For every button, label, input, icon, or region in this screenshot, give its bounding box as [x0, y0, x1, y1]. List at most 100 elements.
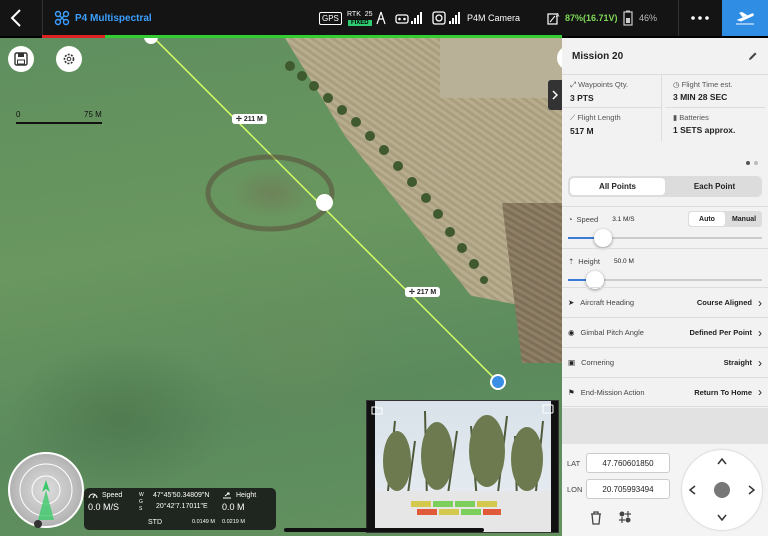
- speed-mode-auto[interactable]: Auto: [689, 212, 725, 226]
- stat-waypoints: ⤢ Waypoints Qty. 3 PTS: [562, 75, 662, 108]
- rtk-count: 25: [364, 10, 373, 18]
- wgs-label: W G S: [139, 492, 144, 512]
- gear-icon: [63, 53, 75, 65]
- camera-name: P4M Camera: [467, 13, 521, 23]
- center-dot[interactable]: [714, 482, 730, 498]
- collapse-panel-button[interactable]: [548, 80, 562, 110]
- stat-batteries: ▮ Batteries 1 SETS approx.: [665, 108, 765, 141]
- chevron-right-icon: ›: [758, 355, 762, 370]
- row-cornering[interactable]: ▣ Cornering Straight ›: [562, 347, 768, 377]
- scale-min: 0: [16, 110, 21, 119]
- hd-link-icon: [432, 11, 446, 25]
- speed-slider-knob[interactable]: [594, 229, 612, 247]
- quadcopter-icon: [54, 10, 70, 26]
- chevron-right-icon: ›: [758, 325, 762, 340]
- camera-selector[interactable]: P4M Camera: [467, 0, 520, 36]
- speed-slider[interactable]: [568, 229, 762, 247]
- chevron-right-icon: [552, 90, 558, 100]
- rc-battery[interactable]: 46%: [622, 0, 657, 36]
- rc-signal[interactable]: [395, 0, 423, 36]
- drone-battery-value: 87%(16.71V): [565, 13, 618, 23]
- adjust-icon[interactable]: [618, 510, 632, 524]
- chevron-left-icon[interactable]: [689, 485, 696, 495]
- distance-label: ✢ 211 M: [232, 114, 267, 124]
- more-dots-icon: [691, 16, 709, 20]
- more-button[interactable]: [690, 0, 710, 36]
- speed-icon: ◔: [568, 215, 573, 224]
- page-dots: [746, 161, 758, 165]
- chevron-right-icon[interactable]: [748, 485, 755, 495]
- scale-max: 75 M: [84, 110, 102, 119]
- attitude-radar[interactable]: [8, 452, 84, 528]
- row-gimbal-pitch[interactable]: ◉ Gimbal Pitch Angle Defined Per Point ›: [562, 317, 768, 347]
- waypoint-marker[interactable]: [490, 374, 506, 390]
- tab-all-points[interactable]: All Points: [570, 178, 665, 195]
- ruler-icon: ⟋: [570, 113, 576, 122]
- drone-model[interactable]: P4 Multispectral: [54, 0, 152, 36]
- chevron-down-icon[interactable]: [717, 514, 727, 521]
- signal-bars-icon: [411, 12, 422, 24]
- floppy-disk-icon: [14, 52, 28, 66]
- std-value-2: 0.0219 M: [222, 519, 245, 525]
- coordinate-editor: LAT 47.760601850 LON 20.705993494: [562, 444, 768, 536]
- distance-label: ✢ 217 M: [405, 287, 441, 297]
- speed-value: 0.0 M/S: [88, 502, 120, 512]
- battery-icon: A: [547, 13, 560, 25]
- row-end-mission[interactable]: ⚑ End-Mission Action Return To Home ›: [562, 377, 768, 407]
- back-button[interactable]: [10, 0, 32, 36]
- rtk-indicator[interactable]: RTK 25 FIXED: [347, 0, 373, 36]
- speed-label: Speed: [102, 491, 123, 499]
- camera-feed: [367, 401, 558, 532]
- gps-label: GPS: [319, 11, 342, 25]
- stat-value: 1 SETS approx.: [673, 125, 736, 135]
- gps-indicator[interactable]: GPS: [319, 0, 342, 36]
- trash-icon[interactable]: [590, 511, 602, 525]
- lat-input[interactable]: 47.760601850: [586, 453, 670, 473]
- north-indicator: [34, 520, 42, 528]
- direction-pad: [682, 450, 762, 530]
- point-mode-segment: All Points Each Point: [568, 176, 762, 197]
- save-mission-button[interactable]: [8, 46, 34, 72]
- camera-preview[interactable]: [366, 400, 559, 533]
- video-signal[interactable]: [432, 0, 461, 36]
- panel-gap: [562, 408, 768, 444]
- longitude-readout: 20°42'7.17011"E: [156, 503, 208, 510]
- chevron-up-icon[interactable]: [717, 458, 727, 465]
- stat-value: 3 PTS: [570, 93, 594, 103]
- stat-value: 3 MIN 28 SEC: [673, 92, 728, 102]
- drone-battery[interactable]: A 87%(16.71V): [547, 0, 618, 36]
- battery-small-icon: ▮: [673, 113, 678, 122]
- row-aircraft-heading[interactable]: ➤ Aircraft Heading Course Aligned ›: [562, 287, 768, 317]
- pencil-icon[interactable]: [748, 51, 758, 61]
- folder-icon[interactable]: [371, 405, 383, 415]
- height-label: Height: [236, 491, 257, 499]
- mission-panel: Mission 20 ⤢ Waypoints Qty. 3 PTS ◷ Flig…: [562, 38, 768, 536]
- speed-mode-manual[interactable]: Manual: [726, 211, 762, 227]
- waypoint-marker[interactable]: [316, 194, 333, 211]
- std-value-1: 0.0149 M: [192, 519, 215, 525]
- rc-battery-value: 46%: [639, 13, 658, 23]
- flag-icon: ⚑: [568, 387, 575, 397]
- rc-battery-icon: [623, 10, 633, 26]
- cornering-icon: ▣: [568, 358, 576, 367]
- rtk-label: RTK: [347, 10, 361, 18]
- clock-icon: ◷: [673, 80, 680, 89]
- gimbal-icon: ◉: [568, 328, 575, 337]
- height-value: 50.0 M: [613, 258, 634, 265]
- speed-value: 3.1 M/S: [612, 216, 635, 223]
- takeoff-button[interactable]: [722, 0, 768, 36]
- height-label: Height: [578, 257, 600, 266]
- height-slider[interactable]: [568, 271, 762, 289]
- lon-input[interactable]: 20.705993494: [586, 479, 670, 499]
- rtk-antenna-icon: [376, 0, 386, 36]
- height-row: ⇡ Height 50.0 M: [562, 248, 768, 290]
- speed-label: Speed: [576, 215, 599, 224]
- compass-arrow-icon: ➤: [568, 298, 575, 307]
- tab-each-point[interactable]: Each Point: [667, 176, 762, 197]
- fullscreen-icon[interactable]: [542, 404, 554, 414]
- height-value: 0.0 M: [222, 502, 245, 512]
- lat-label: LAT: [567, 459, 581, 468]
- status-bar: P4 Multispectral GPS RTK 25 FIXED P4M Ca…: [0, 0, 768, 36]
- panel-header: Mission 20: [562, 38, 768, 75]
- settings-button[interactable]: [56, 46, 82, 72]
